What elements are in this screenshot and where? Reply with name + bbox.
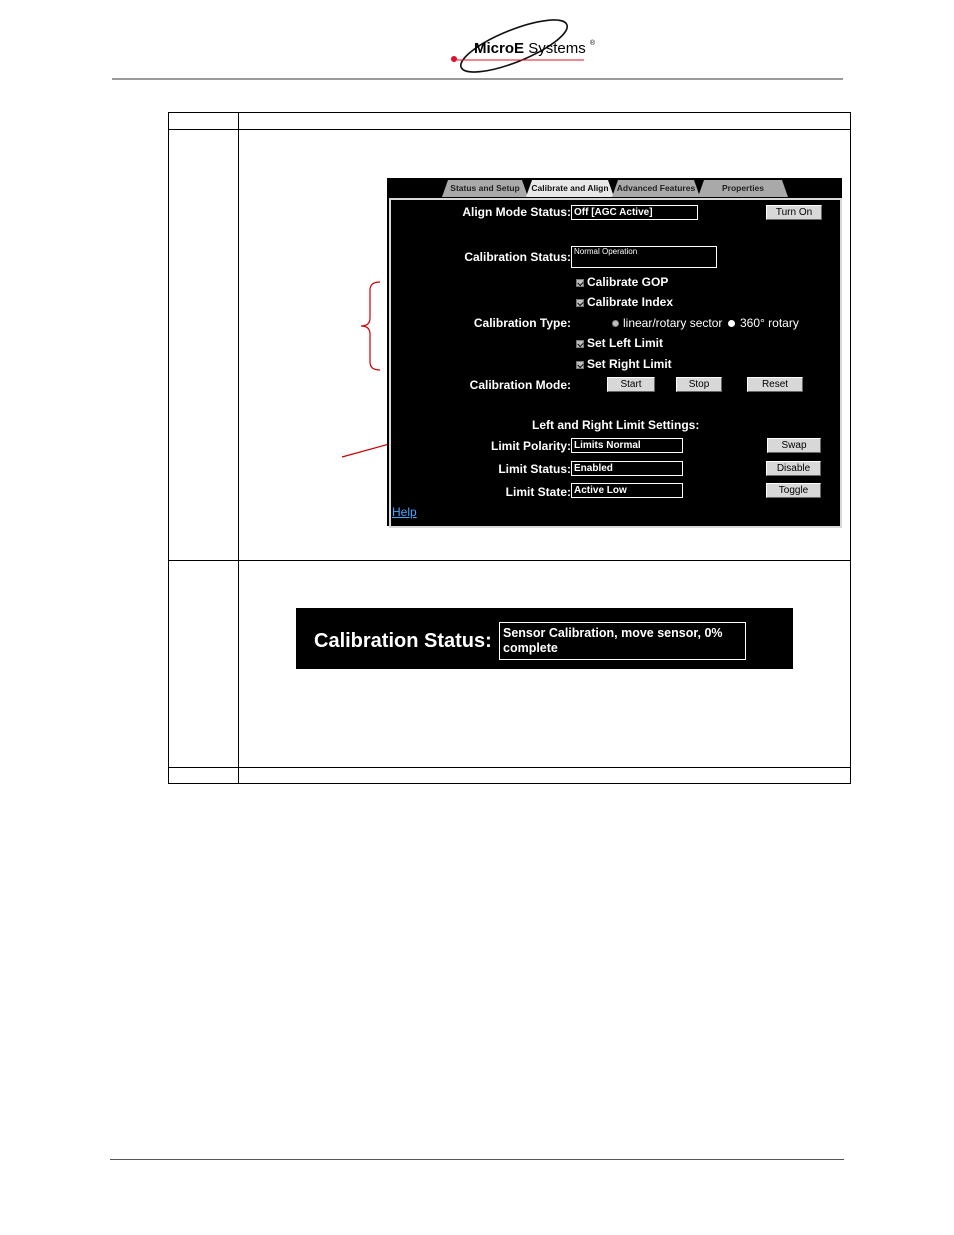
tab-status-and-setup[interactable]: Status and Setup — [442, 180, 528, 197]
swap-button[interactable]: Swap — [767, 438, 821, 453]
limit-status-label: Limit Status: — [498, 462, 571, 476]
brace-annotation — [360, 281, 381, 371]
tab-calibrate-and-align[interactable]: Calibrate and Align — [526, 180, 614, 197]
logo-registered: ® — [589, 40, 596, 47]
calibration-status-label: Calibration Status: — [464, 250, 571, 264]
microe-logo: MicroE Systems ® — [444, 16, 596, 76]
calibration-type-label: Calibration Type: — [473, 316, 571, 330]
linear-rotary-radio[interactable] — [612, 320, 619, 327]
rotary-360-label: 360° rotary — [740, 316, 799, 330]
start-button[interactable]: Start — [607, 377, 655, 392]
set-left-limit-label: Set Left Limit — [587, 336, 664, 350]
table-column-divider — [238, 113, 239, 783]
limit-polarity-label: Limit Polarity: — [490, 439, 571, 453]
limit-status-field: Enabled — [571, 461, 683, 476]
table-row-divider — [169, 767, 850, 768]
linear-rotary-label: linear/rotary sector — [623, 316, 723, 330]
limit-state-label: Limit State: — [505, 485, 571, 499]
turn-on-button[interactable]: Turn On — [766, 205, 822, 220]
rotary-360-radio[interactable] — [728, 320, 735, 327]
calibrate-align-window: Status and Setup Calibrate and Align Adv… — [387, 178, 842, 528]
header-rule — [112, 78, 843, 80]
reset-button[interactable]: Reset — [747, 377, 803, 392]
tab-properties[interactable]: Properties — [698, 180, 788, 197]
calibrate-index-label: Calibrate Index — [587, 295, 674, 309]
calibration-progress-panel: Calibration Status: Sensor Calibration, … — [296, 608, 793, 669]
toggle-button[interactable]: Toggle — [766, 483, 821, 498]
calibration-progress-label: Calibration Status: — [314, 630, 492, 652]
disable-button[interactable]: Disable — [766, 461, 821, 476]
table-row-divider — [169, 129, 850, 130]
set-left-limit-checkbox[interactable] — [576, 340, 584, 348]
limit-polarity-field: Limits Normal — [571, 438, 683, 453]
help-link[interactable]: Help — [392, 505, 417, 519]
calibrate-panel: Align Mode Status: Off [AGC Active] Turn… — [389, 198, 842, 528]
align-mode-status-field: Off [AGC Active] — [571, 205, 698, 220]
calibrate-gop-label: Calibrate GOP — [587, 275, 669, 289]
set-right-limit-label: Set Right Limit — [587, 357, 672, 371]
footer-rule — [110, 1159, 844, 1160]
tab-bar: Status and Setup Calibrate and Align Adv… — [387, 178, 842, 197]
logo-text-regular: Systems — [528, 40, 586, 57]
calibration-mode-label: Calibration Mode: — [469, 378, 571, 392]
calibration-progress-line2: complete — [503, 641, 558, 655]
stop-button[interactable]: Stop — [676, 377, 722, 392]
limit-state-field: Active Low — [571, 483, 683, 498]
align-mode-label: Align Mode Status: — [462, 205, 571, 219]
limit-settings-heading: Left and Right Limit Settings: — [532, 418, 700, 432]
table-row-divider — [169, 560, 850, 561]
calibration-status-field: Normal Operation — [571, 246, 717, 268]
calibration-progress-line1: Sensor Calibration, move sensor, 0% — [503, 626, 723, 640]
calibration-progress-field: Sensor Calibration, move sensor, 0% comp… — [499, 622, 746, 660]
set-right-limit-checkbox[interactable] — [576, 361, 584, 369]
tab-advanced-features[interactable]: Advanced Features — [612, 180, 700, 197]
calibrate-gop-checkbox[interactable] — [576, 279, 584, 287]
logo-text-bold: MicroE — [474, 40, 525, 57]
calibrate-index-checkbox[interactable] — [576, 299, 584, 307]
